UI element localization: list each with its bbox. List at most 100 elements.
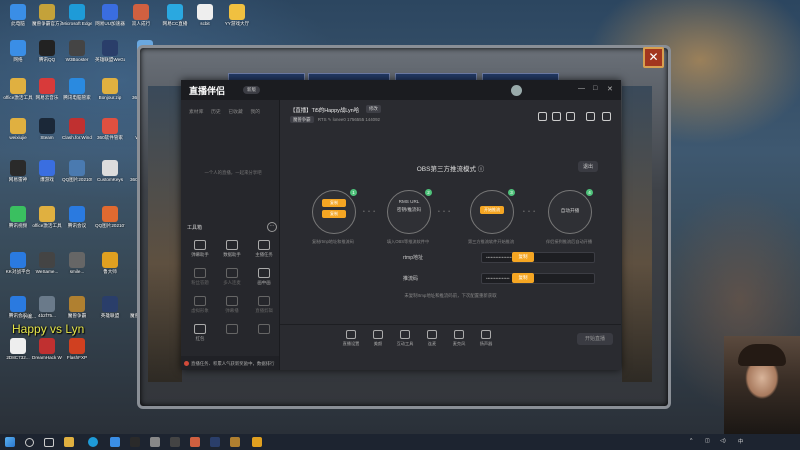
search-icon[interactable] xyxy=(25,438,34,447)
warcraft-icon[interactable] xyxy=(230,437,240,447)
desktop-icon[interactable]: office激活工具 xyxy=(3,78,33,100)
app-icon[interactable] xyxy=(110,437,120,447)
settings-icon[interactable] xyxy=(566,112,575,121)
network-icon[interactable]: ◫ xyxy=(705,438,710,444)
desktop-icon[interactable]: Clash.for.Windows xyxy=(62,118,92,140)
edit-title-button[interactable]: 修改 xyxy=(366,105,381,113)
desktop-icon[interactable]: 360软件管家 xyxy=(95,118,125,140)
bottom-tool[interactable]: 扬声器 xyxy=(475,330,497,347)
desktop-icon[interactable]: 魔兽争霸 xyxy=(62,296,92,318)
app-icon[interactable] xyxy=(210,437,220,447)
toolbox-item[interactable]: 画中画 xyxy=(249,268,279,286)
desktop-icon[interactable]: QQ图片20210504... xyxy=(62,160,92,182)
toolbox-item[interactable]: 粉丝答题 xyxy=(185,268,215,286)
stream-key-field[interactable]: ••••••••••••••• xyxy=(481,273,595,284)
tab-history[interactable]: 历史 xyxy=(211,108,221,115)
desktop-icon[interactable]: 网易云音乐 xyxy=(32,78,62,100)
toolbox-item[interactable] xyxy=(217,324,247,336)
desktop-icon[interactable]: 腾讯QQ xyxy=(32,40,62,62)
input-language[interactable]: 中 xyxy=(738,438,743,445)
desktop-icon[interactable]: weixiujie xyxy=(3,118,33,140)
toolbox-item[interactable]: 直播剪辑 xyxy=(249,296,279,314)
more-icon[interactable]: ··· xyxy=(267,222,277,232)
desktop-icon[interactable]: scbit xyxy=(190,4,220,26)
bottom-tool[interactable]: 连麦 xyxy=(421,330,443,347)
tab-materials[interactable]: 素材库 xyxy=(189,108,203,115)
desktop-icon[interactable]: 腾讯会议 xyxy=(62,206,92,228)
bell-icon[interactable] xyxy=(586,112,595,121)
toolbox-item[interactable]: 多人连麦 xyxy=(217,268,247,286)
desktop-icon[interactable]: KK对战平台 xyxy=(3,252,33,274)
desktop-icon[interactable]: Steam xyxy=(32,118,62,140)
desktop-icon-label: Steam xyxy=(40,135,54,140)
mail-icon[interactable] xyxy=(552,112,561,121)
copy-key-button[interactable]: 复制 xyxy=(512,273,534,283)
share-icon[interactable] xyxy=(602,112,611,121)
toolbox-item[interactable]: 数据助手 xyxy=(217,240,247,258)
bottom-tool[interactable]: 美颜 xyxy=(367,330,389,347)
category-tag[interactable]: 魔兽争霸 xyxy=(290,116,314,123)
maximize-button[interactable]: □ xyxy=(593,85,597,92)
desktop-icon[interactable]: 网易UU加速器 xyxy=(95,4,125,26)
toolbox-item[interactable]: 主播任务 xyxy=(249,240,279,258)
volume-icon[interactable]: ◁) xyxy=(720,438,726,444)
app-icon[interactable] xyxy=(252,437,262,447)
desktop-icon[interactable]: Bonjour.zip xyxy=(95,78,125,100)
desktop-icon[interactable]: 网络 xyxy=(3,40,33,62)
toolbox-item[interactable]: 弹幕播 xyxy=(217,296,247,314)
desktop-icon[interactable]: smile... xyxy=(62,252,92,274)
desktop-icon[interactable]: WeSame... xyxy=(32,252,62,274)
desktop-icon[interactable]: FlashFXP xyxy=(62,338,92,360)
desktop-icon[interactable]: 腾讯视频 xyxy=(3,206,33,228)
task-view-icon[interactable] xyxy=(44,438,54,447)
tray-chevron-icon[interactable]: ^ xyxy=(690,438,692,444)
desktop-icon[interactable]: office激活工具 xyxy=(32,206,62,228)
toolbox-item[interactable]: 弹幕助手 xyxy=(185,240,215,258)
desktop-icon-label: 网易CC直播 xyxy=(162,21,188,26)
rtmp-field[interactable]: •••••••••••••••••••••••••••••• xyxy=(481,252,595,263)
app-icon[interactable] xyxy=(170,437,180,447)
version-badge[interactable]: 新版 xyxy=(243,86,260,94)
desktop-icon[interactable]: CustomKeys xyxy=(95,160,125,182)
desktop-icon[interactable]: 网易CC直播 xyxy=(160,4,190,26)
avatar[interactable] xyxy=(511,85,522,96)
desktop-icon[interactable]: 4b2f75... xyxy=(32,296,62,318)
minimize-button[interactable]: — xyxy=(578,85,585,92)
desktop-icon[interactable]: 腾讯电脑管家 xyxy=(62,78,92,100)
start-live-button[interactable]: 开始直播 xyxy=(577,333,613,345)
desktop-icon[interactable]: 网易雷神 xyxy=(3,160,33,182)
tab-mine[interactable]: 我的 xyxy=(250,108,260,115)
desktop-icon[interactable]: 2D8C732... xyxy=(3,338,33,360)
app-icon[interactable] xyxy=(190,437,200,447)
file-explorer-icon[interactable] xyxy=(64,437,74,447)
desktop-icon[interactable]: 鲁大师 xyxy=(95,252,125,274)
desktop-icon[interactable]: 英雄联盟 xyxy=(95,296,125,318)
app-icon[interactable] xyxy=(130,437,140,447)
edge-icon[interactable] xyxy=(88,437,98,447)
exit-mode-button[interactable]: 退出 xyxy=(578,161,599,172)
bottom-tool[interactable]: 互动工具 xyxy=(394,330,416,347)
desktop-icon[interactable]: QQ图片20210702... xyxy=(95,206,125,228)
close-button[interactable]: ✕ xyxy=(607,85,613,93)
status-text[interactable]: 直播任务、积累人气获新奖励中，数据排行 xyxy=(191,361,274,367)
toolbox-item[interactable]: 红包 xyxy=(185,324,215,342)
gift-icon[interactable] xyxy=(538,112,547,121)
toolbox-item[interactable] xyxy=(249,324,279,336)
desktop-icon[interactable]: W3Booster xyxy=(62,40,92,62)
toolbox-item[interactable]: 虚拟形象 xyxy=(185,296,215,314)
game-close-button[interactable]: ✕ xyxy=(643,47,664,68)
app-icon[interactable] xyxy=(150,437,160,447)
tab-favorites[interactable]: 已收藏 xyxy=(228,108,242,115)
desktop-icon[interactable]: 爆游戏 xyxy=(32,160,62,182)
desktop-icon[interactable]: 双人成行 xyxy=(126,4,156,26)
desktop-icon[interactable]: 英雄联盟WeGame版 xyxy=(95,40,125,62)
copy-rtmp-button[interactable]: 复制 xyxy=(512,252,534,262)
desktop-icon[interactable]: 魔兽争霸官方对战平台 xyxy=(32,4,62,26)
windows-start-icon[interactable] xyxy=(5,437,15,447)
desktop-icon[interactable]: 此电脑 xyxy=(3,4,33,26)
desktop-icon[interactable]: DreamHack WC3 Ope... xyxy=(32,338,62,360)
desktop-icon[interactable]: Microsoft Edge xyxy=(62,4,92,26)
desktop-icon[interactable]: YY游戏大厅 xyxy=(222,4,252,26)
bottom-tool[interactable]: 直播设置 xyxy=(340,330,362,347)
bottom-tool[interactable]: 麦克风 xyxy=(448,330,470,347)
